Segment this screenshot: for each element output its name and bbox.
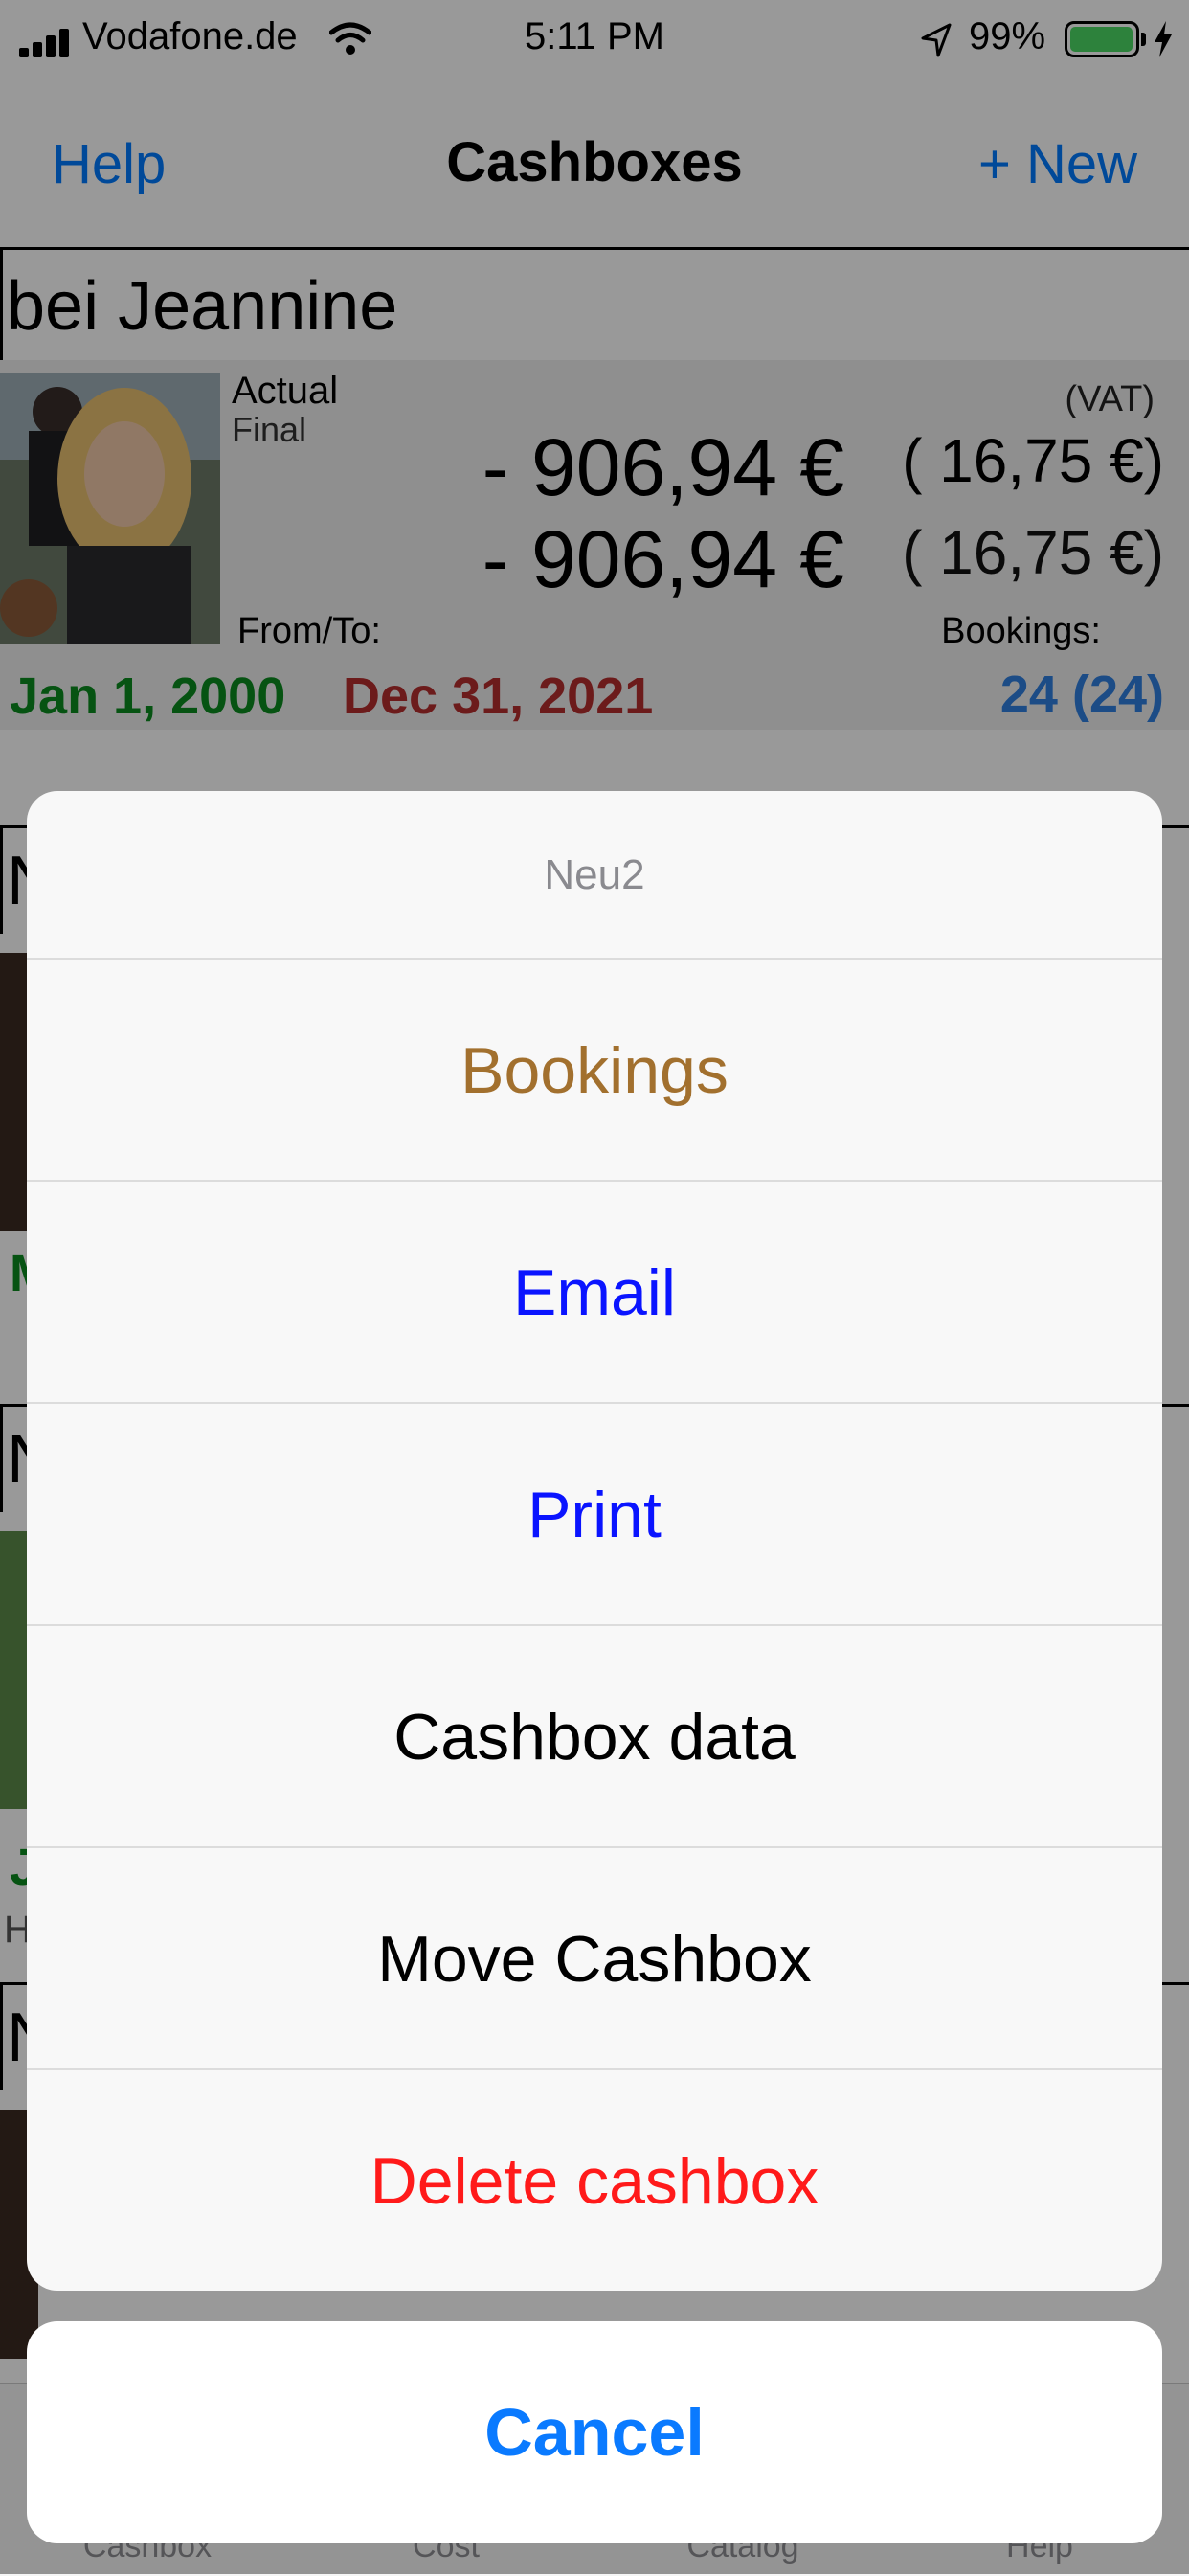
cancel-button[interactable]: Cancel (27, 2321, 1162, 2543)
delete-cashbox-action[interactable]: Delete cashbox (27, 2070, 1162, 2291)
move-cashbox-action[interactable]: Move Cashbox (27, 1848, 1162, 2070)
email-action[interactable]: Email (27, 1182, 1162, 1404)
cashbox-data-action[interactable]: Cashbox data (27, 1626, 1162, 1848)
bookings-action[interactable]: Bookings (27, 960, 1162, 1182)
action-sheet: Neu2 Bookings Email Print Cashbox data M… (27, 791, 1162, 2291)
action-sheet-title: Neu2 (27, 791, 1162, 960)
print-action[interactable]: Print (27, 1404, 1162, 1626)
